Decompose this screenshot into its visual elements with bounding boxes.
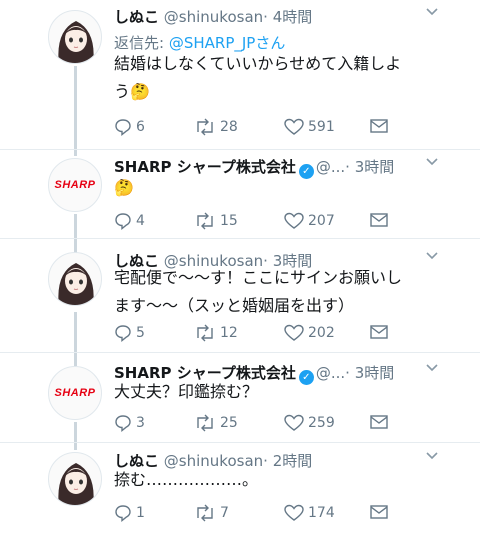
tweet[interactable]: SHARP SHARP シャープ株式会社 ✓ @...· 3時間 🤔 4 15 20…: [0, 150, 480, 238]
tweet-text-line: う🤔: [114, 82, 150, 101]
retweet-icon: [197, 212, 213, 230]
dm-share-button[interactable]: [370, 414, 392, 430]
chevron-down-icon[interactable]: [426, 158, 438, 166]
sharp-logo: SHARP: [54, 179, 96, 191]
dm-share-button[interactable]: [370, 118, 392, 134]
anime-girl-avatar-icon: [58, 463, 94, 505]
reply-button[interactable]: 6: [114, 118, 145, 136]
tweet-text-line: 結婚はしなくていいからせめて入籍しよ: [114, 54, 402, 73]
retweet-icon: [197, 504, 213, 522]
heart-icon: [284, 324, 304, 341]
like-button[interactable]: 259: [284, 414, 335, 432]
chevron-down-icon[interactable]: [426, 8, 438, 16]
like-button[interactable]: 591: [284, 118, 335, 136]
tweet-header: しぬこ @shinukosan· 4時間: [114, 6, 312, 27]
tweet[interactable]: しぬこ @shinukosan· 4時間 返信先: @SHARP_JPさん 結婚…: [0, 0, 480, 150]
chevron-down-icon[interactable]: [426, 364, 438, 372]
reply-count: 6: [136, 119, 145, 135]
chevron-down-icon[interactable]: [426, 452, 438, 460]
avatar[interactable]: [48, 10, 102, 64]
envelope-icon: [370, 325, 388, 339]
reply-icon: [115, 505, 131, 522]
tweet-actions: 1 7 174: [114, 504, 414, 524]
retweet-count: 15: [220, 213, 238, 229]
retweet-icon: [197, 324, 213, 342]
reply-count: 1: [136, 505, 145, 521]
divider: [0, 238, 480, 239]
tweet-text: 🤔: [114, 174, 454, 202]
like-count: 174: [308, 505, 335, 521]
divider: [0, 352, 480, 353]
reply-count: 3: [136, 415, 145, 431]
tweet-text-line: 大丈夫？印鑑捺む？: [114, 382, 259, 401]
tweet-text: 結婚はしなくていいからせめて入籍しよ う🤔: [114, 50, 454, 106]
like-count: 259: [308, 415, 335, 431]
retweet-count: 28: [220, 119, 238, 135]
tweet[interactable]: SHARP SHARP シャープ株式会社 ✓ @...· 3時間 大丈夫？印鑑捺む？…: [0, 356, 480, 444]
timestamp[interactable]: · 4時間: [263, 8, 312, 26]
tweet-actions: 6 28 591: [114, 118, 414, 138]
retweet-button[interactable]: 7: [194, 504, 229, 522]
heart-icon: [284, 504, 304, 521]
like-count: 207: [308, 213, 335, 229]
reply-count: 4: [136, 213, 145, 229]
reply-button[interactable]: 4: [114, 212, 145, 230]
reply-icon: [115, 325, 131, 342]
like-button[interactable]: 207: [284, 212, 335, 230]
retweet-button[interactable]: 12: [194, 324, 238, 342]
tweet-text: 大丈夫？印鑑捺む？: [114, 378, 454, 406]
author-name[interactable]: しぬこ: [114, 8, 159, 26]
sharp-logo: SHARP: [54, 387, 96, 399]
reply-count: 5: [136, 325, 145, 341]
tweet-actions: 5 12 202: [114, 324, 414, 344]
anime-girl-avatar-icon: [58, 21, 94, 63]
retweet-button[interactable]: 28: [194, 118, 238, 136]
anime-girl-avatar-icon: [58, 263, 94, 305]
tweet-actions: 4 15 207: [114, 212, 414, 232]
tweet-actions: 3 25 259: [114, 414, 414, 434]
tweet-text-line: ます〜〜（スッと婚姻届を出す）: [114, 296, 355, 315]
dm-share-button[interactable]: [370, 324, 392, 340]
retweet-button[interactable]: 25: [194, 414, 238, 432]
reply-button[interactable]: 1: [114, 504, 145, 522]
like-button[interactable]: 202: [284, 324, 335, 342]
reply-button[interactable]: 5: [114, 324, 145, 342]
tweet-text: 捺む………………。: [114, 466, 454, 494]
envelope-icon: [370, 213, 388, 227]
tweet-text-line: 🤔: [114, 178, 134, 197]
tweet-text-line: 捺む………………。: [114, 470, 259, 489]
envelope-icon: [370, 415, 388, 429]
tweet[interactable]: しぬこ @shinukosan· 2時間 捺む………………。 1 7 174: [0, 444, 480, 557]
avatar[interactable]: SHARP: [48, 158, 102, 212]
like-count: 591: [308, 119, 335, 135]
dm-share-button[interactable]: [370, 504, 392, 520]
reply-button[interactable]: 3: [114, 414, 145, 432]
heart-icon: [284, 118, 304, 135]
tweet[interactable]: しぬこ @shinukosan· 3時間 宅配便で〜〜す！ここにサインお願いし …: [0, 244, 480, 352]
retweet-icon: [197, 118, 213, 136]
tweet-text-line: 宅配便で〜〜す！ここにサインお願いし: [114, 268, 403, 287]
retweet-count: 7: [220, 505, 229, 521]
heart-icon: [284, 212, 304, 229]
dm-share-button[interactable]: [370, 212, 392, 228]
author-handle[interactable]: @shinukosan: [164, 8, 263, 26]
chevron-down-icon[interactable]: [426, 252, 438, 260]
avatar[interactable]: SHARP: [48, 366, 102, 420]
retweet-button[interactable]: 15: [194, 212, 238, 230]
reply-icon: [115, 415, 131, 432]
envelope-icon: [370, 119, 388, 133]
retweet-count: 25: [220, 415, 238, 431]
reply-icon: [115, 119, 131, 136]
envelope-icon: [370, 505, 388, 519]
tweet-text: 宅配便で〜〜す！ここにサインお願いし ます〜〜（スッと婚姻届を出す）: [114, 264, 454, 320]
avatar[interactable]: [48, 252, 102, 306]
reply-icon: [115, 213, 131, 230]
like-button[interactable]: 174: [284, 504, 335, 522]
divider: [0, 442, 480, 443]
retweet-count: 12: [220, 325, 238, 341]
retweet-icon: [197, 414, 213, 432]
like-count: 202: [308, 325, 335, 341]
heart-icon: [284, 414, 304, 431]
avatar[interactable]: [48, 452, 102, 506]
